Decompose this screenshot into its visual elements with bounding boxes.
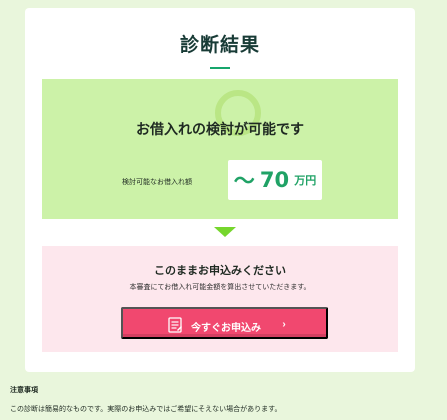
amount-value: 70 (259, 168, 290, 192)
down-arrow-icon (214, 227, 236, 237)
result-box: お借入れの検討が可能です 検討可能なお借入れ額 ～ 70 万円 (42, 79, 398, 219)
result-card: 診断結果 お借入れの検討が可能です 検討可能なお借入れ額 ～ 70 万円 このま… (25, 8, 415, 372)
apply-now-button[interactable]: 今すぐお申込み › (121, 307, 328, 339)
result-heading: お借入れの検討が可能です (136, 122, 304, 138)
page-title: 診断結果 (179, 34, 260, 56)
title-rule (210, 67, 230, 69)
apply-heading: このままお申込みください (154, 264, 286, 277)
chevron-right-icon: › (282, 319, 286, 330)
amount-box: ～ 70 万円 (228, 160, 322, 200)
apply-button-label: 今すぐお申込み (191, 323, 261, 334)
apply-box: このままお申込みください 本審査にてお借入れ可能金額を算出させていただきます。 … (42, 246, 398, 352)
amount-label: 検討可能なお借入れ額 (122, 178, 192, 186)
document-icon (168, 317, 182, 333)
amount-unit: 万円 (294, 174, 317, 187)
notes-heading: 注意事項 (10, 386, 38, 394)
apply-description: 本審査にてお借入れ可能金額を算出させていただきます。 (129, 283, 311, 291)
notes-text: この診断は簡易的なものです。実際のお申込みではご希望にそえない場合があります。 (10, 405, 282, 413)
amount-prefix: ～ (233, 169, 255, 193)
